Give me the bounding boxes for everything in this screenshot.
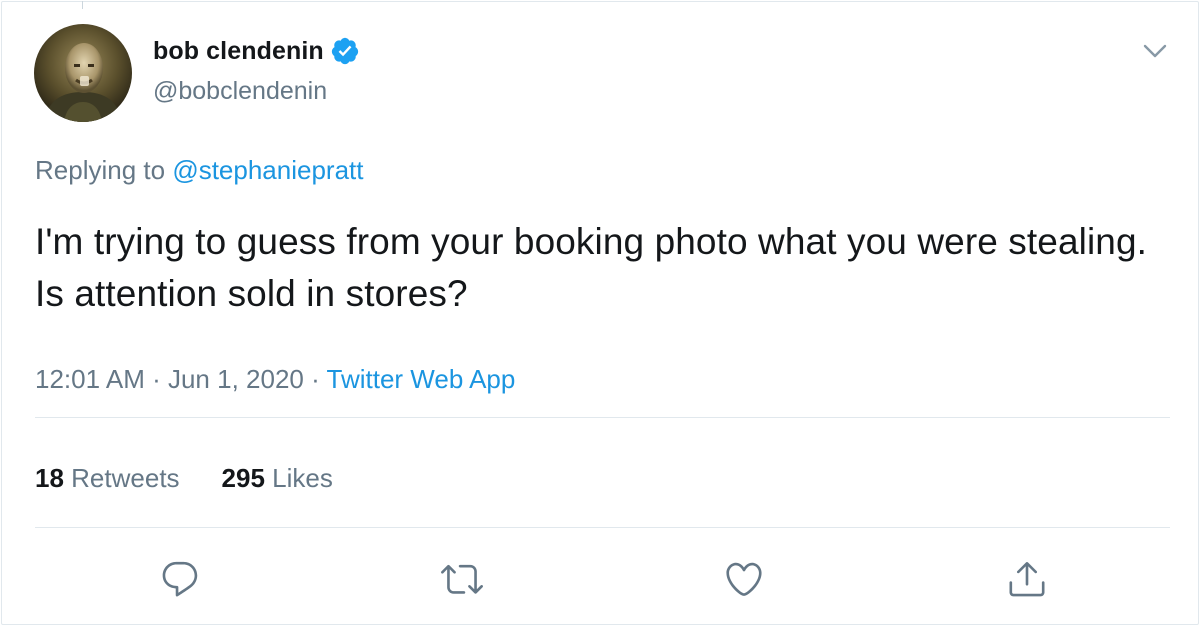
engagement-stats: 18 Retweets 295 Likes <box>35 463 375 494</box>
meta-separator: · <box>144 364 168 394</box>
retweets-count: 18 <box>35 463 64 493</box>
tweet-time[interactable]: 12:01 AM <box>35 364 145 394</box>
heart-icon[interactable] <box>723 558 765 600</box>
author-name-row[interactable]: bob clendenin <box>153 36 360 66</box>
retweets-label: Retweets <box>71 463 180 493</box>
avatar[interactable] <box>34 24 132 122</box>
author-handle[interactable]: @bobclendenin <box>153 77 327 106</box>
verified-badge-icon <box>330 36 360 66</box>
meta-separator: · <box>303 364 327 394</box>
replying-to: Replying to @stephaniepratt <box>35 155 364 186</box>
likes-label: Likes <box>272 463 333 493</box>
retweet-icon[interactable] <box>441 558 483 600</box>
tweet-source-link[interactable]: Twitter Web App <box>327 364 516 394</box>
likes-stat[interactable]: 295 Likes <box>222 463 333 494</box>
share-icon[interactable] <box>1006 558 1048 600</box>
reply-mention-link[interactable]: @stephaniepratt <box>172 155 363 185</box>
divider <box>35 527 1170 528</box>
chevron-down-icon[interactable] <box>1142 38 1168 64</box>
tweet-date[interactable]: Jun 1, 2020 <box>168 364 304 394</box>
author-display-name[interactable]: bob clendenin <box>153 37 324 66</box>
reply-icon[interactable] <box>159 558 201 600</box>
retweets-stat[interactable]: 18 Retweets <box>35 463 180 494</box>
tweet-card: bob clendenin @bobclendenin Replying to … <box>1 1 1199 625</box>
thread-connector <box>82 1 83 9</box>
tweet-metadata: 12:01 AM · Jun 1, 2020 · Twitter Web App <box>35 364 515 395</box>
divider <box>35 417 1170 418</box>
likes-count: 295 <box>221 463 265 493</box>
tweet-text: I'm trying to guess from your booking ph… <box>35 221 1148 314</box>
replying-to-label: Replying to <box>35 155 166 185</box>
